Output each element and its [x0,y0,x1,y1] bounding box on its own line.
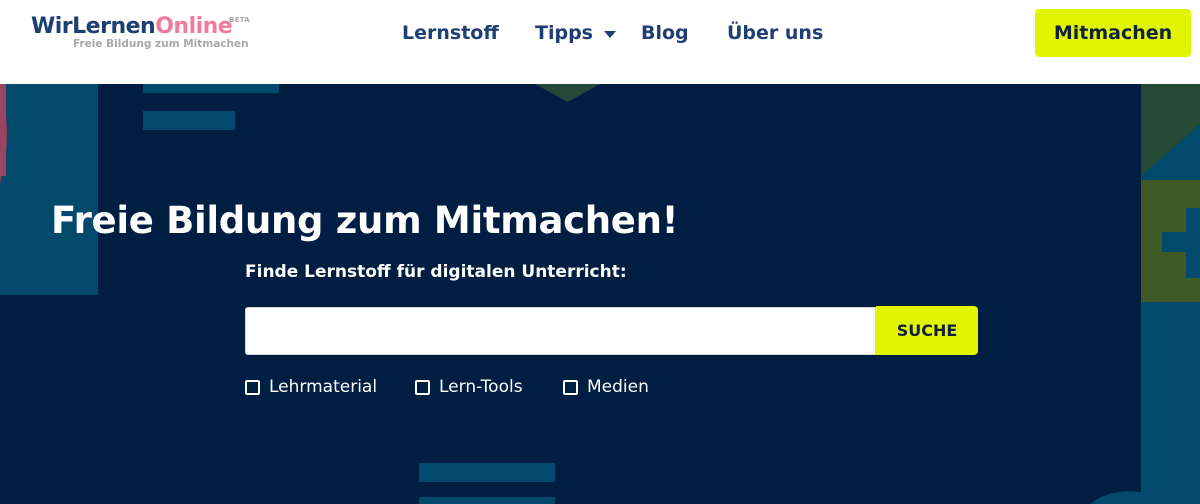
hero-section: Freie Bildung zum Mitmachen! Finde Lerns… [0,84,1200,504]
filter-label: Lern-Tools [439,377,523,397]
chevron-down-icon[interactable] [604,31,616,38]
nav-item-lernstoff[interactable]: Lernstoff [402,22,499,44]
background-decoration [0,84,1200,504]
checkbox-icon[interactable] [563,379,578,395]
site-logo[interactable]: WirLernenOnline BETA Freie Bildung zum M… [31,14,250,50]
nav-item-tipps[interactable]: Tipps [535,22,593,44]
filter-lern-tools[interactable]: Lern-Tools [415,376,523,398]
filter-label: Medien [587,377,649,397]
logo-text-part1: WirLernen [31,14,156,39]
beta-badge: BETA [229,16,250,24]
logo-wordmark: WirLernenOnline [31,14,249,40]
checkbox-icon[interactable] [245,379,260,395]
logo-text-part2: Online [155,14,233,39]
nav-item-blog[interactable]: Blog [641,22,689,44]
filter-medien[interactable]: Medien [563,376,649,398]
search-prompt: Finde Lernstoff für digitalen Unterricht… [245,262,627,282]
filter-label: Lehrmaterial [269,377,378,397]
logo-tagline: Freie Bildung zum Mitmachen [73,38,249,50]
checkbox-icon[interactable] [415,379,430,395]
search-input[interactable] [245,307,876,355]
mitmachen-button[interactable]: Mitmachen [1035,9,1191,57]
hero-title: Freie Bildung zum Mitmachen! [51,199,679,242]
site-header: WirLernenOnline BETA Freie Bildung zum M… [0,0,1200,84]
search-button[interactable]: SUCHE [876,306,978,355]
filter-lehrmaterial[interactable]: Lehrmaterial [245,376,377,398]
nav-item-ueber-uns[interactable]: Über uns [727,22,823,44]
